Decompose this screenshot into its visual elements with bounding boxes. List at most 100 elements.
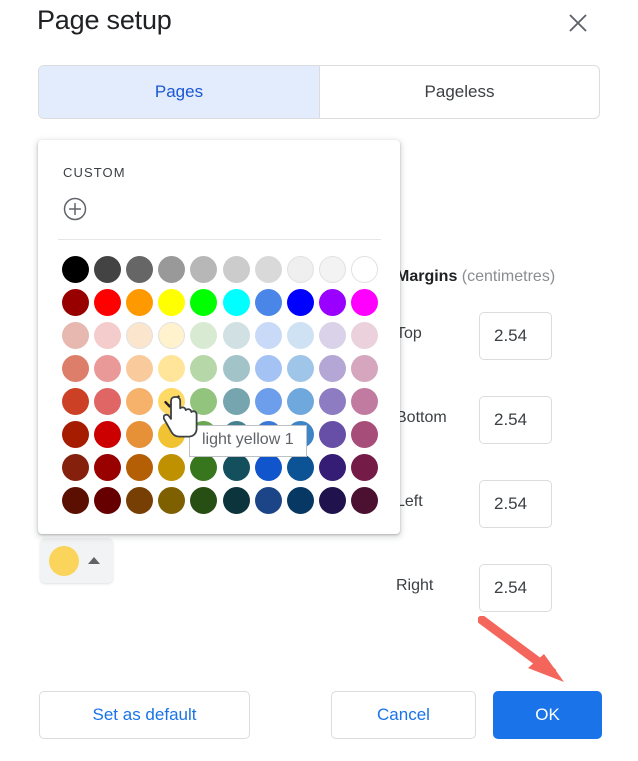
colour-swatch-6-8[interactable] [317, 451, 349, 484]
swatch-dot [254, 322, 282, 349]
colour-swatch-5-1[interactable] [91, 418, 123, 451]
colour-swatch-1-2[interactable] [123, 286, 155, 319]
swatch-dot [61, 388, 89, 415]
colour-swatch-row [59, 253, 381, 286]
colour-swatch-7-2[interactable] [123, 484, 155, 517]
swatch-dot [287, 322, 315, 349]
colour-swatch-3-9[interactable] [349, 352, 381, 385]
colour-swatch-0-9[interactable] [349, 253, 381, 286]
colour-swatch-4-8[interactable] [317, 385, 349, 418]
colour-swatch-5-9[interactable] [349, 418, 381, 451]
swatch-dot [222, 322, 250, 349]
margin-right-input[interactable] [479, 564, 552, 612]
tab-pages[interactable]: Pages [39, 66, 319, 118]
colour-swatch-5-2[interactable] [123, 418, 155, 451]
colour-swatch-1-3[interactable] [156, 286, 188, 319]
colour-swatch-4-0[interactable] [59, 385, 91, 418]
colour-swatch-7-4[interactable] [188, 484, 220, 517]
colour-swatch-2-9[interactable] [349, 319, 381, 352]
colour-swatch-row [59, 484, 381, 517]
colour-swatch-7-6[interactable] [252, 484, 284, 517]
colour-swatch-7-9[interactable] [349, 484, 381, 517]
colour-swatch-1-7[interactable] [284, 286, 316, 319]
colour-swatch-0-6[interactable] [252, 253, 284, 286]
tab-pageless[interactable]: Pageless [319, 66, 599, 118]
colour-swatch-4-9[interactable] [349, 385, 381, 418]
colour-swatch-2-6[interactable] [252, 319, 284, 352]
swatch-dot [61, 322, 89, 349]
swatch-dot [287, 454, 315, 481]
colour-swatch-7-1[interactable] [91, 484, 123, 517]
colour-swatch-2-2[interactable] [123, 319, 155, 352]
colour-swatch-6-3[interactable] [156, 451, 188, 484]
colour-swatch-4-7[interactable] [284, 385, 316, 418]
colour-swatch-6-1[interactable] [91, 451, 123, 484]
colour-swatch-2-8[interactable] [317, 319, 349, 352]
colour-swatch-4-1[interactable] [91, 385, 123, 418]
colour-swatch-1-4[interactable] [188, 286, 220, 319]
colour-swatch-6-2[interactable] [123, 451, 155, 484]
colour-swatch-1-1[interactable] [91, 286, 123, 319]
colour-swatch-4-6[interactable] [252, 385, 284, 418]
custom-section-heading: CUSTOM [63, 165, 126, 180]
colour-swatch-3-2[interactable] [123, 352, 155, 385]
colour-swatch-7-7[interactable] [284, 484, 316, 517]
colour-swatch-1-0[interactable] [59, 286, 91, 319]
colour-swatch-2-4[interactable] [188, 319, 220, 352]
colour-swatch-4-5[interactable] [220, 385, 252, 418]
cancel-button[interactable]: Cancel [331, 691, 476, 739]
add-custom-colour-button[interactable] [62, 196, 88, 222]
swatch-dot [351, 256, 379, 283]
colour-swatch-0-5[interactable] [220, 253, 252, 286]
set-as-default-button[interactable]: Set as default [39, 691, 250, 739]
colour-swatch-5-0[interactable] [59, 418, 91, 451]
colour-swatch-0-0[interactable] [59, 253, 91, 286]
colour-swatch-3-1[interactable] [91, 352, 123, 385]
colour-swatch-3-0[interactable] [59, 352, 91, 385]
margin-bottom-input[interactable] [479, 396, 552, 444]
colour-swatch-0-1[interactable] [91, 253, 123, 286]
colour-swatch-0-7[interactable] [284, 253, 316, 286]
colour-swatch-7-5[interactable] [220, 484, 252, 517]
colour-swatch-3-5[interactable] [220, 352, 252, 385]
colour-swatch-2-3[interactable] [156, 319, 188, 352]
swatch-dot [93, 454, 121, 481]
colour-swatch-6-0[interactable] [59, 451, 91, 484]
colour-swatch-7-8[interactable] [317, 484, 349, 517]
colour-swatch-2-1[interactable] [91, 319, 123, 352]
colour-swatch-0-4[interactable] [188, 253, 220, 286]
swatch-dot [287, 256, 315, 283]
colour-swatch-1-6[interactable] [252, 286, 284, 319]
colour-swatch-2-0[interactable] [59, 319, 91, 352]
colour-swatch-5-8[interactable] [317, 418, 349, 451]
colour-swatch-0-2[interactable] [123, 253, 155, 286]
colour-swatch-7-0[interactable] [59, 484, 91, 517]
colour-swatch-0-3[interactable] [156, 253, 188, 286]
colour-swatch-1-8[interactable] [317, 286, 349, 319]
colour-swatch-grid [59, 253, 381, 517]
swatch-dot [319, 454, 347, 481]
close-button[interactable] [561, 6, 595, 40]
colour-swatch-3-4[interactable] [188, 352, 220, 385]
colour-swatch-3-6[interactable] [252, 352, 284, 385]
margin-top-input[interactable] [479, 312, 552, 360]
ok-label: OK [535, 705, 560, 724]
page-colour-swatch-button[interactable] [40, 538, 113, 583]
swatch-dot [93, 388, 121, 415]
colour-swatch-7-3[interactable] [156, 484, 188, 517]
colour-swatch-3-3[interactable] [156, 352, 188, 385]
swatch-dot [222, 256, 250, 283]
colour-swatch-1-9[interactable] [349, 286, 381, 319]
colour-swatch-6-9[interactable] [349, 451, 381, 484]
colour-swatch-3-8[interactable] [317, 352, 349, 385]
colour-swatch-4-2[interactable] [123, 385, 155, 418]
margin-left-input[interactable] [479, 480, 552, 528]
swatch-dot [351, 322, 379, 349]
colour-swatch-2-5[interactable] [220, 319, 252, 352]
colour-swatch-3-7[interactable] [284, 352, 316, 385]
cancel-label: Cancel [377, 705, 430, 724]
colour-swatch-0-8[interactable] [317, 253, 349, 286]
close-icon [567, 12, 589, 34]
colour-swatch-2-7[interactable] [284, 319, 316, 352]
colour-swatch-1-5[interactable] [220, 286, 252, 319]
